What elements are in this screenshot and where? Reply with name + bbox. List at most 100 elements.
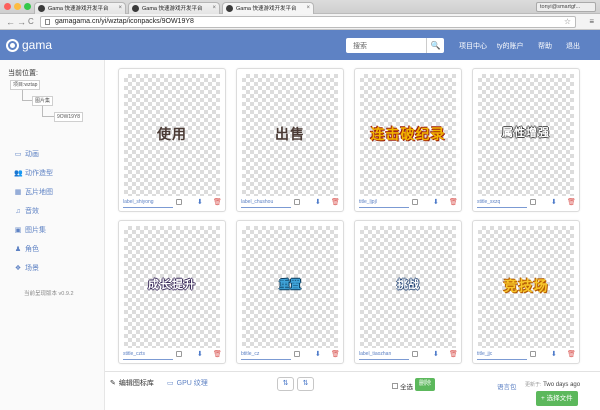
download-icon[interactable]: ⬇ (551, 350, 557, 358)
breadcrumb-project[interactable]: 项目:wztap (10, 80, 41, 90)
trash-icon[interactable]: 🗑 (331, 198, 340, 206)
icon-card[interactable]: 出售 label_chushou ⬇ 🗑 (236, 68, 344, 212)
nav-my-account[interactable]: ty的账户 (497, 41, 523, 51)
icon-card[interactable]: 连击破纪录 title_ljpjl ⬇ 🗑 (354, 68, 462, 212)
icon-name-field[interactable]: label_shiyong (123, 198, 173, 208)
trash-icon[interactable]: 🗑 (213, 198, 222, 206)
minimize-window-button[interactable] (14, 3, 21, 10)
sidebar-item-character[interactable]: ♟ 角色 (14, 244, 39, 254)
icon-thumbnail[interactable]: 竞技场 (478, 226, 574, 348)
select-checkbox[interactable] (530, 351, 536, 357)
icon-card[interactable]: 重置 btitle_cz ⬇ 🗑 (236, 220, 344, 364)
reload-icon[interactable]: C (28, 17, 34, 27)
select-checkbox[interactable] (294, 351, 300, 357)
download-icon[interactable]: ⬇ (315, 198, 321, 206)
icon-name-field[interactable]: stitle_czts (123, 350, 173, 360)
address-bar[interactable]: gamagama.cn/yi/wztap/iconpacks/9OW19Y8 ☆ (40, 16, 576, 28)
icon-thumbnail[interactable]: 连击破纪录 (360, 74, 456, 196)
icon-name-field[interactable]: title_jjc (477, 350, 527, 360)
address-text: gamagama.cn/yi/wztap/iconpacks/9OW19Y8 (55, 18, 194, 25)
download-icon[interactable]: ⬇ (433, 350, 439, 358)
icon-thumbnail[interactable]: 出售 (242, 74, 338, 196)
sort-ascending-button[interactable]: ⇅ (277, 377, 294, 391)
trash-icon[interactable]: 🗑 (449, 198, 458, 206)
browser-menu-icon[interactable]: ≡ (589, 17, 594, 26)
icon-name-field[interactable]: title_ljpjl (359, 198, 409, 208)
browser-tab-2[interactable]: Gama 快速游戏开发平台 × (128, 2, 220, 14)
browser-tab-3-active[interactable]: Gama 快速游戏开发平台 × (222, 2, 314, 14)
location-title: 当前位置: (8, 70, 38, 77)
icon-card[interactable]: 竞技场 title_jjc ⬇ 🗑 (472, 220, 580, 364)
icon-card[interactable]: 挑战 label_tiaozhan ⬇ 🗑 (354, 220, 462, 364)
close-window-button[interactable] (4, 3, 11, 10)
icon-name-field[interactable]: stitle_sxzq (477, 198, 527, 208)
trash-icon[interactable]: 🗑 (331, 350, 340, 358)
tab-gpu-texture[interactable]: ▭ GPU 纹理 (167, 378, 208, 388)
gama-favicon-icon (38, 5, 45, 12)
icon-name-field[interactable]: label_chushou (241, 198, 291, 208)
nav-logout[interactable]: 退出 (566, 41, 580, 51)
gama-logo-icon (6, 38, 19, 52)
forward-arrow-icon[interactable]: → (17, 17, 26, 27)
select-checkbox[interactable] (412, 199, 418, 205)
zoom-window-button[interactable] (24, 3, 31, 10)
download-icon[interactable]: ⬇ (315, 350, 321, 358)
icon-thumbnail[interactable]: 重置 (242, 226, 338, 348)
browser-tab-1[interactable]: Gama 快速游戏开发平台 × (34, 2, 126, 14)
trash-icon[interactable]: 🗑 (567, 350, 576, 358)
download-icon[interactable]: ⬇ (433, 198, 439, 206)
sort-descending-button[interactable]: ⇅ (297, 377, 314, 391)
bookmark-star-icon[interactable]: ☆ (564, 17, 571, 27)
film-icon: ▭ (14, 151, 22, 158)
gama-logo[interactable]: gama (6, 38, 52, 52)
choose-file-button[interactable]: + 选择文件 (536, 391, 578, 406)
select-checkbox[interactable] (412, 351, 418, 357)
delete-button[interactable]: 删除 (415, 378, 436, 391)
close-tab-icon[interactable]: × (306, 3, 310, 13)
browser-toolbar: ← → C gamagama.cn/yi/wztap/iconpacks/9OW… (0, 14, 600, 30)
select-checkbox[interactable] (176, 199, 182, 205)
icon-art: 使用 (157, 126, 187, 142)
trash-icon[interactable]: 🗑 (567, 198, 576, 206)
trash-icon[interactable]: 🗑 (213, 350, 222, 358)
nav-help[interactable]: 帮助 (538, 41, 552, 51)
icon-thumbnail[interactable]: 属性增强 (478, 74, 574, 196)
sidebar-item-action-model[interactable]: 👥 动作造型 (14, 168, 53, 178)
download-icon[interactable]: ⬇ (197, 198, 203, 206)
sidebar-item-imageset[interactable]: ▣ 图片集 (14, 225, 46, 235)
close-tab-icon[interactable]: × (118, 3, 122, 13)
download-icon[interactable]: ⬇ (197, 350, 203, 358)
select-checkbox[interactable] (530, 199, 536, 205)
browser-profile-button[interactable]: tonyi@smartgf... (536, 2, 596, 12)
select-all-checkbox[interactable] (392, 383, 398, 389)
back-arrow-icon[interactable]: ← (6, 17, 15, 27)
sidebar-item-tilemap[interactable]: ▦ 瓦片地图 (14, 187, 53, 197)
trash-icon[interactable]: 🗑 (449, 350, 458, 358)
icon-name-field[interactable]: label_tiaozhan (359, 350, 409, 360)
nav-project-center[interactable]: 项目中心 (459, 41, 487, 51)
select-all-control[interactable]: 全选 (392, 381, 413, 391)
language-pack-link[interactable]: 语言包 (497, 381, 517, 391)
icon-card[interactable]: 属性增强 stitle_sxzq ⬇ 🗑 (472, 68, 580, 212)
download-icon[interactable]: ⬇ (551, 198, 557, 206)
search-icon[interactable]: 🔍 (426, 38, 444, 53)
breadcrumb-imageset[interactable]: 图片集 (32, 96, 54, 106)
icon-thumbnail[interactable]: 成长提升 (124, 226, 220, 348)
gama-favicon-icon (132, 5, 139, 12)
search-input[interactable]: 搜索 (353, 41, 367, 51)
sidebar-item-animation[interactable]: ▭ 动画 (14, 149, 39, 159)
icon-card[interactable]: 使用 label_shiyong ⬇ 🗑 (118, 68, 226, 212)
tab-edit-icon-library[interactable]: ✎ 编辑图标库 (110, 378, 154, 388)
sidebar-item-label: 音效 (25, 208, 39, 215)
icon-name-field[interactable]: btitle_cz (241, 350, 291, 360)
icon-thumbnail[interactable]: 挑战 (360, 226, 456, 348)
search-box[interactable]: 搜索 🔍 (346, 38, 444, 53)
select-checkbox[interactable] (294, 199, 300, 205)
select-checkbox[interactable] (176, 351, 182, 357)
sidebar-item-scene[interactable]: ❖ 场景 (14, 263, 39, 273)
icon-card[interactable]: 成长提升 stitle_czts ⬇ 🗑 (118, 220, 226, 364)
icon-art: 重置 (279, 279, 301, 291)
icon-thumbnail[interactable]: 使用 (124, 74, 220, 196)
sidebar-item-sound[interactable]: ♫ 音效 (14, 206, 39, 216)
close-tab-icon[interactable]: × (212, 3, 216, 13)
